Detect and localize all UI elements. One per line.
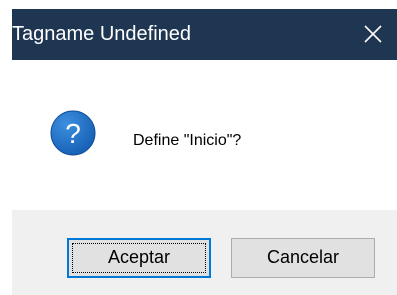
accept-button-label: Aceptar	[107, 247, 171, 267]
window-title: Tagname Undefined	[12, 23, 192, 45]
cancel-button[interactable]: Cancelar	[231, 238, 375, 278]
message-dialog: Tagname Undefined ? Define "Inicio"? Ace…	[0, 0, 397, 295]
button-bar: Aceptar Cancelar	[12, 210, 397, 295]
cancel-button-label: Cancelar	[266, 247, 340, 267]
dialog-body: ? Define "Inicio"?	[12, 60, 397, 210]
dialog-message: Define "Inicio"?	[133, 132, 242, 149]
close-button[interactable]	[349, 9, 397, 60]
accept-button[interactable]: Aceptar	[67, 238, 211, 278]
close-icon	[364, 25, 382, 43]
title-bar: Tagname Undefined	[12, 9, 397, 60]
question-icon: ?	[50, 110, 96, 156]
svg-text:?: ?	[65, 118, 81, 149]
